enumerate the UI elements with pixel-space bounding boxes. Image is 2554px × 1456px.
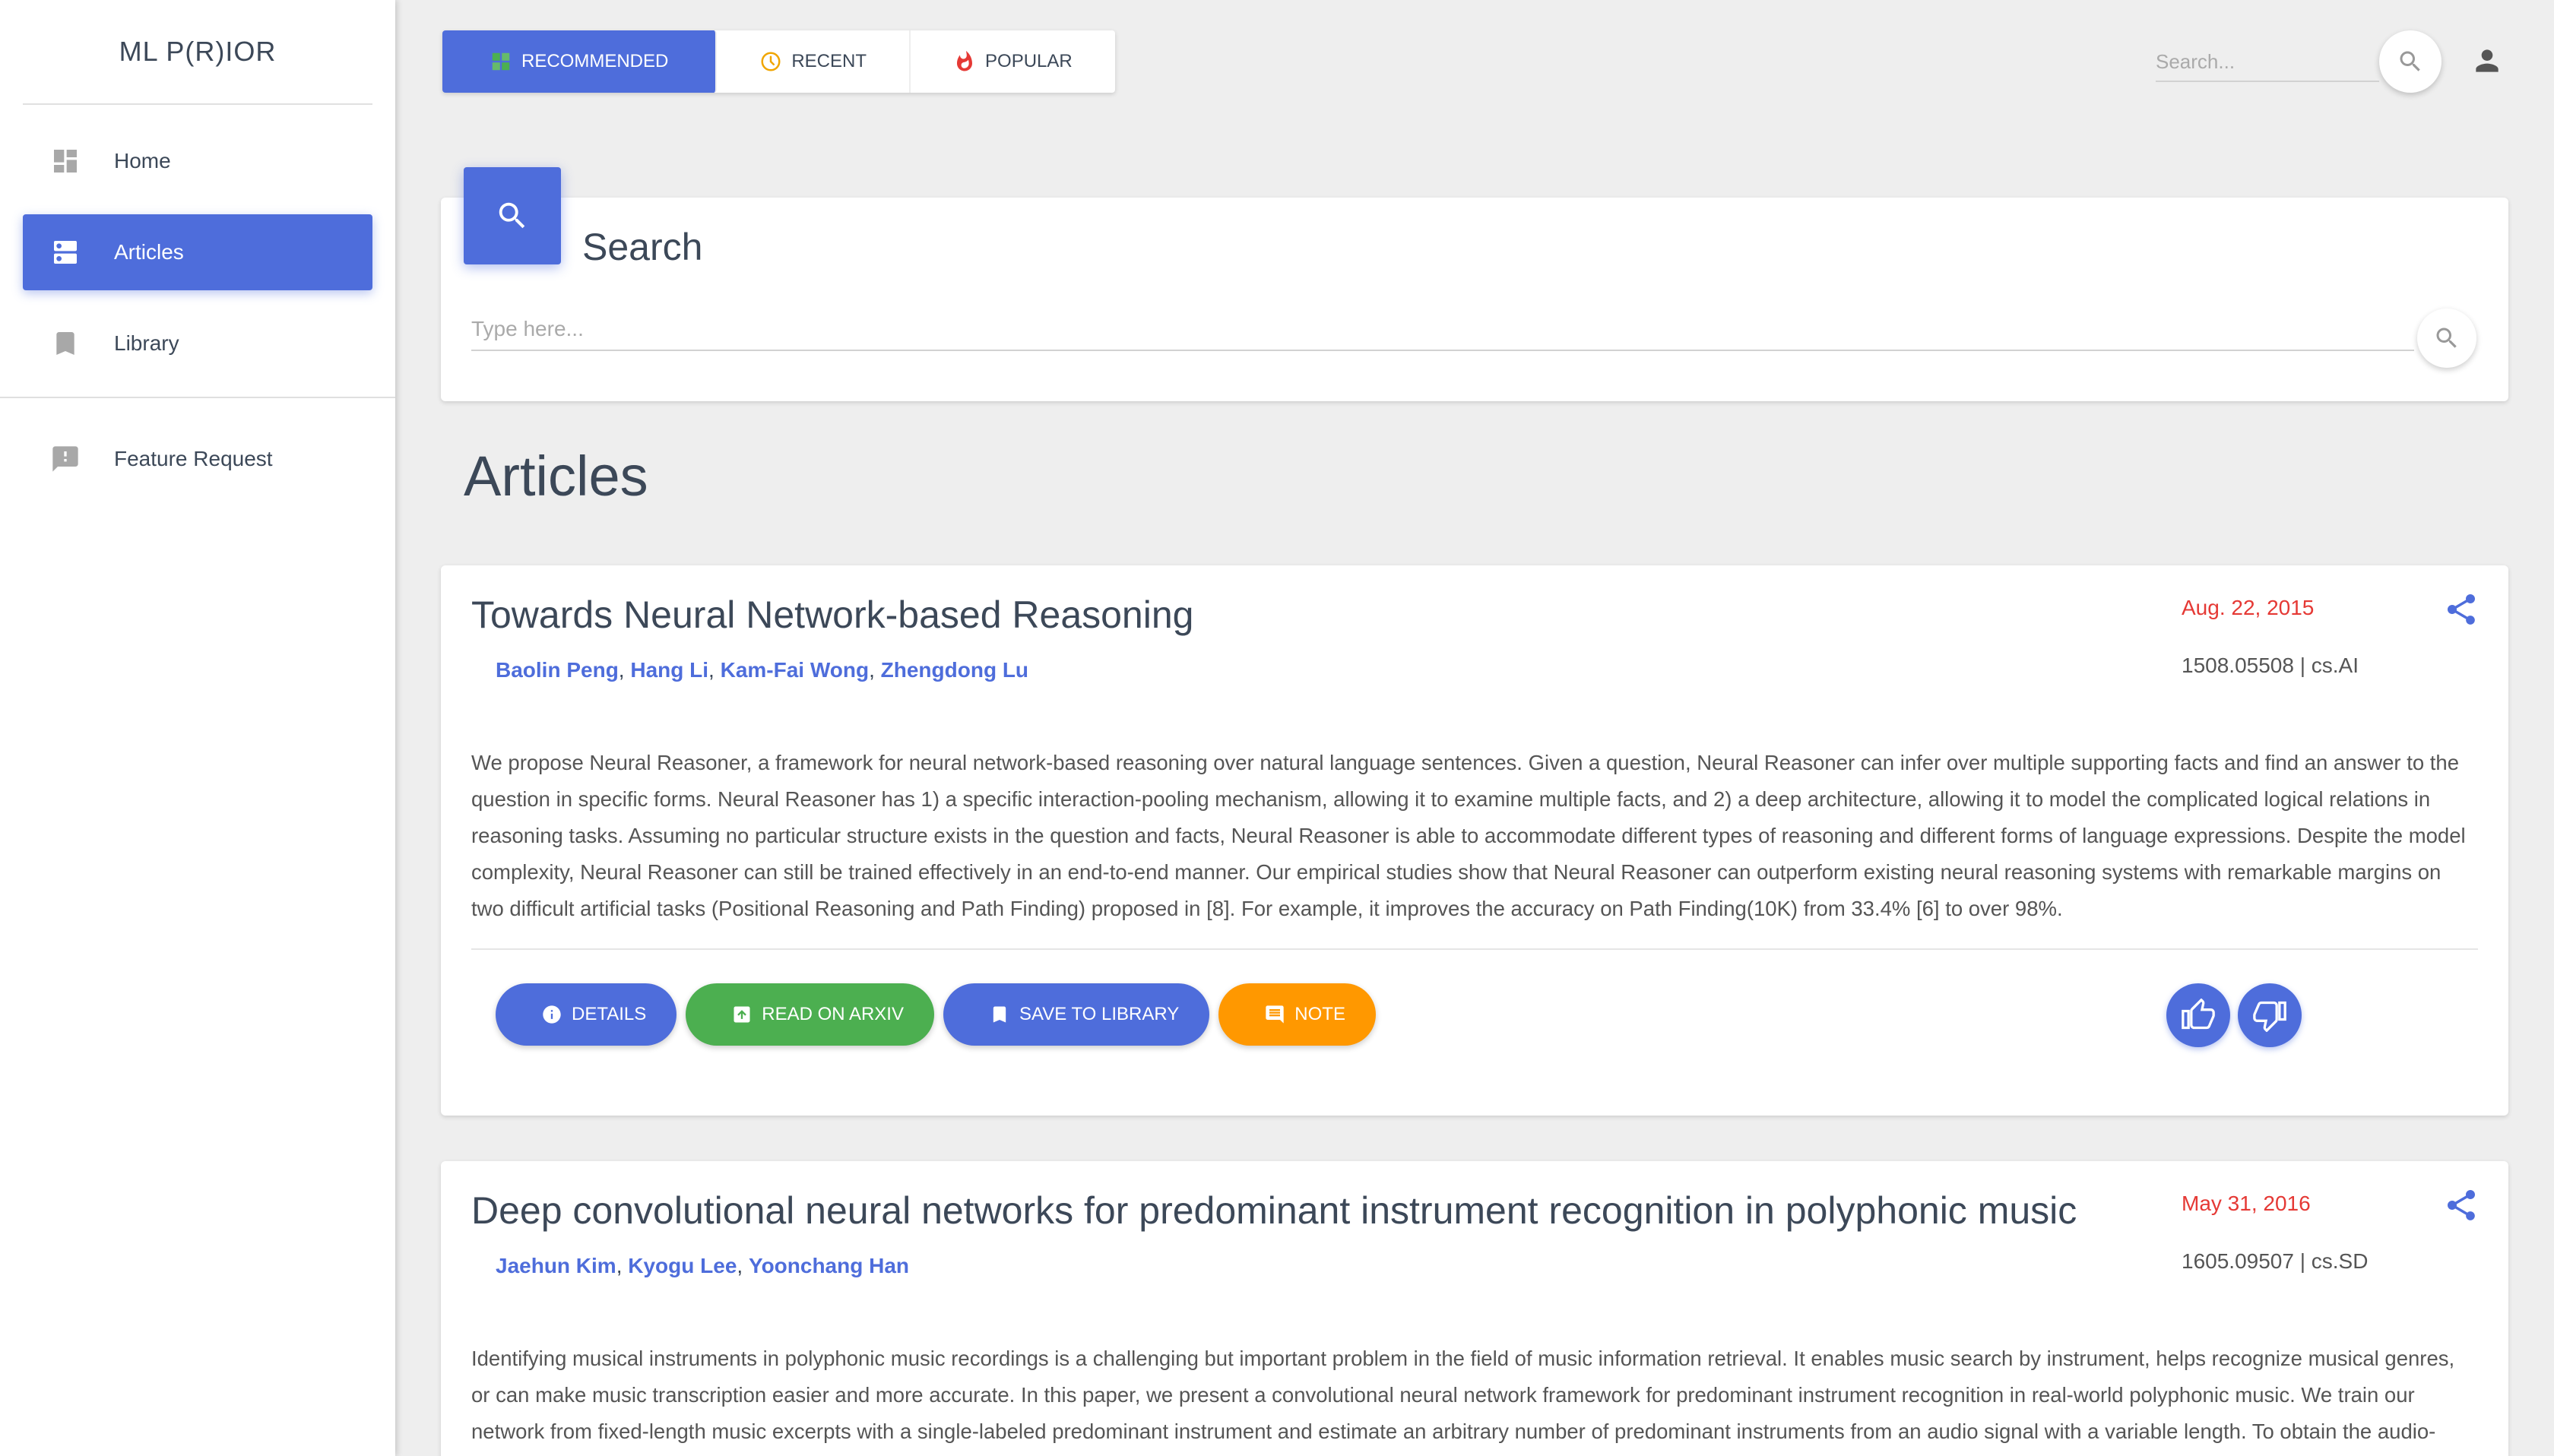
sidebar-nav: Home Articles Library Feature Request <box>0 105 395 497</box>
search-card: Search <box>441 167 2508 401</box>
search-icon <box>499 202 525 229</box>
article-card: Deep convolutional neural networks for p… <box>441 1161 2508 1456</box>
note-button[interactable]: NOTE <box>1218 983 1376 1046</box>
grid-icon <box>492 52 510 71</box>
read-on-arxiv-button[interactable]: READ ON ARXIV <box>686 983 934 1046</box>
sidebar-item-feature-request[interactable]: Feature Request <box>23 421 372 497</box>
thumbs-up-button[interactable] <box>2166 983 2230 1047</box>
share-icon[interactable] <box>2443 1187 2480 1223</box>
button-label: SAVE TO LIBRARY <box>1019 1004 1180 1024</box>
sidebar-item-home[interactable]: Home <box>23 123 372 199</box>
tab-label: POPULAR <box>985 51 1073 71</box>
article-card: Towards Neural Network-based Reasoning B… <box>441 565 2508 1116</box>
sidebar-item-label: Library <box>114 331 179 355</box>
sidebar-item-label: Home <box>114 149 171 173</box>
article-abstract: We propose Neural Reasoner, a framework … <box>471 751 2466 920</box>
author-link[interactable]: Yoonchang Han <box>749 1254 909 1277</box>
article-authors: Jaehun Kim, Kyogu Lee, Yoonchang Han <box>496 1254 910 1277</box>
sidebar: ML P(R)IOR Home Articles Library Feature <box>0 0 395 1456</box>
article-actions: DETAILS READ ON ARXIV SAVE TO LIBRARY NO… <box>496 983 1376 1046</box>
author-link[interactable]: Kyogu Lee <box>628 1254 737 1277</box>
feedback-icon <box>50 444 81 474</box>
button-label: READ ON ARXIV <box>762 1004 904 1024</box>
article-authors: Baolin Peng, Hang Li, Kam-Fai Wong, Zhen… <box>496 658 1029 682</box>
thumbs-up-icon <box>2182 999 2215 1030</box>
sidebar-item-library[interactable]: Library <box>23 305 372 381</box>
brand-logo[interactable]: ML P(R)IOR <box>23 0 372 105</box>
bookmark-icon <box>993 1006 1006 1023</box>
article-search-input[interactable] <box>471 317 2414 341</box>
article-date: May 31, 2016 <box>2182 1192 2311 1215</box>
sidebar-item-articles[interactable]: Articles <box>23 214 372 290</box>
info-icon <box>543 1005 561 1024</box>
bookmark-icon <box>50 328 81 359</box>
tab-label: RECOMMENDED <box>521 51 669 71</box>
tab-recent[interactable]: RECENT <box>717 30 911 93</box>
article-arxiv-id: 1508.05508 | cs.AI <box>2182 654 2359 677</box>
article-abstract: Identifying musical instruments in polyp… <box>471 1347 2455 1443</box>
tab-popular[interactable]: POPULAR <box>911 30 1115 93</box>
share-icon[interactable] <box>2443 591 2480 628</box>
article-date: Aug. 22, 2015 <box>2182 596 2315 619</box>
card-divider <box>471 948 2478 950</box>
flame-icon <box>957 50 973 71</box>
article-arxiv-id: 1605.09507 | cs.SD <box>2182 1249 2369 1273</box>
author-link[interactable]: Kam-Fai Wong <box>721 658 869 682</box>
search-icon <box>2436 328 2457 348</box>
search-card-title: Search <box>582 226 703 268</box>
search-card-badge <box>464 167 561 264</box>
articles-heading: Articles <box>464 445 648 508</box>
sidebar-item-label: Articles <box>114 240 184 264</box>
articles-icon <box>50 237 81 267</box>
thumbs-down-icon <box>2253 1001 2286 1032</box>
open-in-new-icon <box>734 1006 750 1023</box>
author-link[interactable]: Zhengdong Lu <box>881 658 1028 682</box>
sidebar-item-label: Feature Request <box>114 447 273 470</box>
article-title[interactable]: Towards Neural Network-based Reasoning <box>471 593 1193 637</box>
article-search-button[interactable] <box>2417 309 2476 368</box>
tab-label: RECENT <box>791 51 867 71</box>
comment-icon <box>1266 1005 1284 1024</box>
header-search-button[interactable] <box>2379 30 2442 93</box>
header-search-input[interactable] <box>2156 49 2379 74</box>
tab-recommended[interactable]: RECOMMENDED <box>442 30 718 93</box>
dashboard-icon <box>50 146 81 176</box>
search-icon <box>2400 51 2420 71</box>
thumbs-down-button[interactable] <box>2238 983 2302 1047</box>
author-link[interactable]: Hang Li <box>630 658 708 682</box>
details-button[interactable]: DETAILS <box>496 983 677 1046</box>
button-label: DETAILS <box>572 1004 647 1024</box>
article-search-field[interactable] <box>471 309 2414 351</box>
author-link[interactable]: Baolin Peng <box>496 658 619 682</box>
feed-tabs: RECOMMENDED RECENT POPULAR <box>442 30 1115 93</box>
button-label: NOTE <box>1294 1004 1345 1024</box>
article-title[interactable]: Deep convolutional neural networks for p… <box>471 1189 2077 1233</box>
save-to-library-button[interactable]: SAVE TO LIBRARY <box>943 983 1210 1046</box>
user-account-icon[interactable] <box>2470 44 2504 78</box>
header-search-field[interactable] <box>2156 43 2379 82</box>
author-link[interactable]: Jaehun Kim <box>496 1254 616 1277</box>
sidebar-divider <box>0 397 395 398</box>
clock-icon <box>761 52 781 71</box>
